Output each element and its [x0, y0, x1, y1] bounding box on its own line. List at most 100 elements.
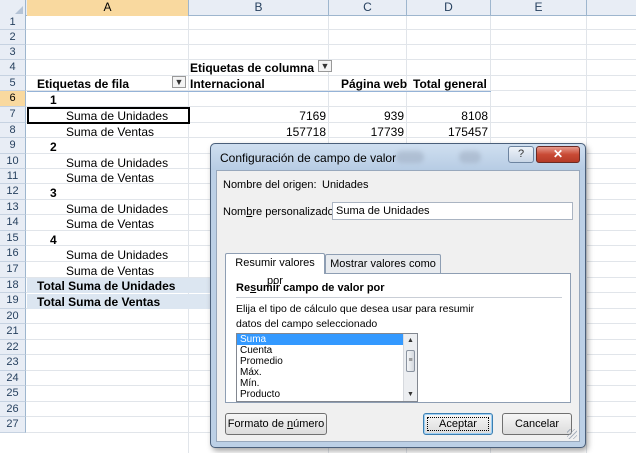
- header-grand-total: Total general: [413, 77, 487, 91]
- filter-dropdown-icon[interactable]: ▼: [318, 60, 332, 72]
- row-header[interactable]: 25: [0, 386, 26, 402]
- row-header[interactable]: 24: [0, 371, 26, 386]
- row-header[interactable]: 4: [0, 60, 26, 76]
- row-header[interactable]: 1: [0, 16, 26, 30]
- value-cell: 17739: [370, 125, 404, 139]
- section-divider: [236, 297, 562, 298]
- column-labels-header: Etiquetas de columna: [190, 61, 315, 75]
- value-cell: 939: [383, 109, 404, 123]
- row-header[interactable]: 16: [0, 246, 26, 262]
- instructions-line-1: Elija el tipo de cálculo que desea usar …: [236, 303, 475, 315]
- column-header-a[interactable]: A: [27, 0, 189, 16]
- value-cell: 157718: [285, 125, 326, 139]
- row-header[interactable]: 17: [0, 262, 26, 278]
- value-field-settings-dialog[interactable]: Configuración de campo de valor ? ✕ Nomb…: [210, 143, 586, 448]
- total-sum-sales-label: Total Suma de Ventas: [37, 295, 161, 309]
- tab-summarize-values[interactable]: Resumir valores por: [225, 253, 325, 287]
- grid-line: [26, 29, 636, 30]
- source-name-label: Nombre del origen:: [223, 179, 317, 191]
- custom-name-input[interactable]: Suma de Unidades: [332, 202, 573, 220]
- close-icon[interactable]: ✕: [536, 146, 580, 163]
- row-header[interactable]: 26: [0, 402, 26, 417]
- scroll-up-icon[interactable]: ▲: [404, 334, 417, 347]
- group-label: 2: [50, 140, 57, 154]
- row-label-sum-sales: Suma de Ventas: [66, 125, 155, 139]
- row-header[interactable]: 27: [0, 417, 26, 433]
- scroll-down-icon[interactable]: ▼: [404, 388, 417, 401]
- row-header[interactable]: 23: [0, 355, 26, 371]
- group-label: 3: [50, 186, 57, 200]
- dropdown-arrow-icon[interactable]: ▼: [172, 76, 186, 88]
- row-header[interactable]: 19: [0, 293, 26, 309]
- grid-line: [586, 16, 587, 453]
- row-header[interactable]: 15: [0, 231, 26, 246]
- row-header[interactable]: 18: [0, 278, 26, 293]
- row-header[interactable]: 7: [0, 107, 26, 123]
- group-label: 4: [50, 233, 57, 247]
- header-rule: [27, 91, 491, 92]
- dialog-titlebar[interactable]: Configuración de campo de valor ? ✕: [211, 144, 585, 170]
- list-item[interactable]: Cuenta: [237, 345, 403, 356]
- list-item[interactable]: Máx.: [237, 367, 403, 378]
- column-header-c[interactable]: C: [329, 0, 407, 16]
- group-label: 1: [50, 93, 57, 107]
- dialog-body: Nombre del origen: Unidades Nombre perso…: [216, 170, 580, 442]
- header-web-page: Página web: [341, 77, 408, 91]
- titlebar-blur: [459, 151, 481, 163]
- total-sum-units-label: Total Suma de Unidades: [37, 279, 176, 293]
- row-header[interactable]: 6: [0, 91, 26, 107]
- row-labels-header: Etiquetas de fila: [37, 77, 130, 91]
- number-format-button[interactable]: Formato de número: [225, 413, 327, 435]
- section-title: Resumir campo de valor por: [236, 282, 385, 294]
- value-cell: 175457: [447, 125, 488, 139]
- row-header[interactable]: 12: [0, 184, 26, 200]
- row-header[interactable]: 10: [0, 154, 26, 169]
- accept-button[interactable]: Aceptar: [423, 413, 493, 435]
- row-label-sum-units: Suma de Unidades: [66, 202, 169, 216]
- grid-line: [26, 75, 636, 76]
- value-cell: 8108: [461, 109, 488, 123]
- row-header[interactable]: 13: [0, 200, 26, 215]
- row-label-sum-sales: Suma de Ventas: [66, 264, 155, 278]
- row-header[interactable]: 21: [0, 324, 26, 340]
- custom-name-label: Nombre personalizado:: [223, 206, 337, 218]
- list-item[interactable]: Suma: [237, 334, 403, 345]
- header-international: Internacional: [190, 77, 265, 91]
- list-item[interactable]: Producto: [237, 389, 403, 400]
- row-header[interactable]: 2: [0, 30, 26, 45]
- row-header[interactable]: 22: [0, 340, 26, 355]
- value-cell: 7169: [299, 109, 326, 123]
- cancel-button[interactable]: Cancelar: [502, 413, 572, 435]
- list-scrollbar[interactable]: ▲ ≡ ▼: [403, 334, 417, 401]
- dialog-title: Configuración de campo de valor: [220, 151, 397, 165]
- row-label-sum-units: Suma de Unidades: [66, 248, 169, 262]
- row-header[interactable]: 3: [0, 45, 26, 60]
- row-header[interactable]: 14: [0, 215, 26, 231]
- column-header-d[interactable]: D: [407, 0, 491, 16]
- list-item[interactable]: Mín.: [237, 378, 403, 389]
- row-header[interactable]: 5: [0, 76, 26, 91]
- summary-function-list[interactable]: Suma Cuenta Promedio Máx. Mín. Producto ▲ ≡ ▼: [236, 333, 418, 402]
- tab-show-values-as[interactable]: Mostrar valores como: [325, 254, 441, 274]
- row-header[interactable]: 9: [0, 138, 26, 154]
- row-header[interactable]: 8: [0, 123, 26, 138]
- instructions-line-2: datos del campo seleccionado: [236, 318, 378, 330]
- column-header-e[interactable]: E: [491, 0, 587, 16]
- select-all-corner[interactable]: [0, 0, 26, 16]
- help-icon[interactable]: ?: [508, 146, 534, 163]
- list-item[interactable]: Promedio: [237, 356, 403, 367]
- active-cell-outline[interactable]: [27, 107, 190, 124]
- list-items: Suma Cuenta Promedio Máx. Mín. Producto: [237, 334, 417, 400]
- row-label-sum-sales: Suma de Ventas: [66, 171, 155, 185]
- row-label-sum-sales: Suma de Ventas: [66, 217, 155, 231]
- tab-panel: Resumir campo de valor por Elija el tipo…: [225, 273, 571, 403]
- resize-grip-icon[interactable]: [567, 429, 577, 439]
- grid-line: [188, 16, 189, 453]
- row-header[interactable]: 11: [0, 169, 26, 184]
- column-header-b[interactable]: B: [189, 0, 329, 16]
- focus-indicator: [427, 417, 489, 431]
- row-label-sum-units: Suma de Unidades: [66, 156, 169, 170]
- row-header[interactable]: 20: [0, 309, 26, 324]
- source-name-value: Unidades: [322, 179, 369, 191]
- scroll-thumb[interactable]: ≡: [406, 350, 415, 372]
